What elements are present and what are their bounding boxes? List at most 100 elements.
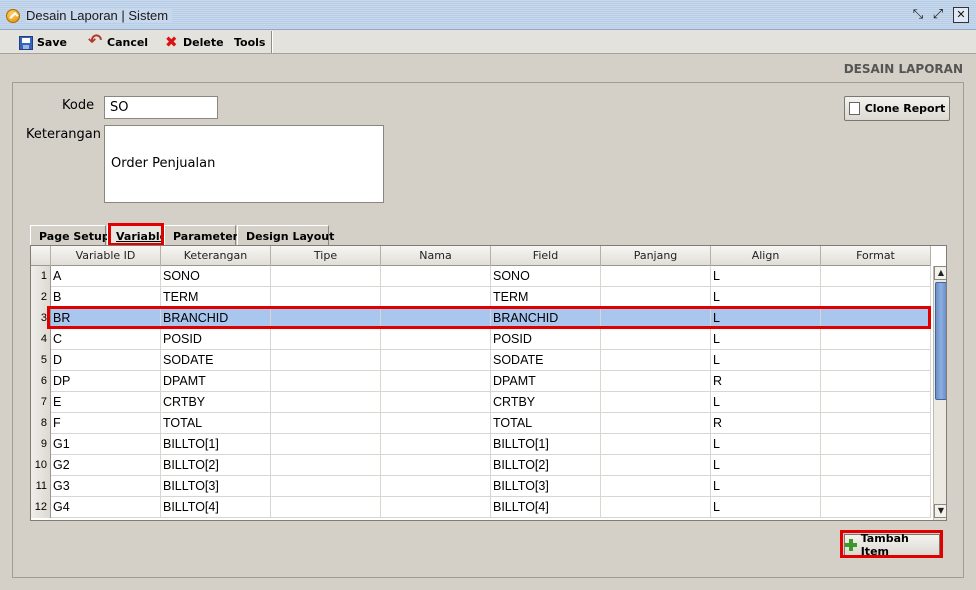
- nama-cell[interactable]: [381, 329, 491, 350]
- panjang-cell[interactable]: [601, 476, 711, 497]
- table-row[interactable]: 9 G1 BILLTO[1] BILLTO[1] L: [31, 434, 931, 455]
- format-cell[interactable]: [821, 329, 931, 350]
- keterangan-cell[interactable]: TERM: [161, 287, 271, 308]
- align-cell[interactable]: L: [711, 476, 821, 497]
- tipe-cell[interactable]: [271, 308, 381, 329]
- keterangan-cell[interactable]: SODATE: [161, 350, 271, 371]
- keterangan-cell[interactable]: BILLTO[3]: [161, 476, 271, 497]
- field-cell[interactable]: SODATE: [491, 350, 601, 371]
- panjang-cell[interactable]: [601, 497, 711, 518]
- nama-cell[interactable]: [381, 455, 491, 476]
- table-row[interactable]: 11 G3 BILLTO[3] BILLTO[3] L: [31, 476, 931, 497]
- variable-id-cell[interactable]: C: [51, 329, 161, 350]
- variable-id-cell[interactable]: G1: [51, 434, 161, 455]
- field-cell[interactable]: TERM: [491, 287, 601, 308]
- tipe-cell[interactable]: [271, 371, 381, 392]
- tab-variable[interactable]: Variable: [107, 225, 167, 245]
- format-cell[interactable]: [821, 413, 931, 434]
- restore-icon[interactable]: ⤡: [910, 7, 926, 23]
- col-header-variable-id[interactable]: Variable ID: [51, 246, 161, 266]
- nama-cell[interactable]: [381, 434, 491, 455]
- col-header-format[interactable]: Format: [821, 246, 931, 266]
- align-cell[interactable]: L: [711, 392, 821, 413]
- save-button[interactable]: Save: [19, 34, 67, 51]
- align-cell[interactable]: L: [711, 266, 821, 287]
- field-cell[interactable]: BILLTO[4]: [491, 497, 601, 518]
- tipe-cell[interactable]: [271, 266, 381, 287]
- scroll-thumb[interactable]: [935, 282, 946, 400]
- format-cell[interactable]: [821, 497, 931, 518]
- tab-design-layout[interactable]: Design Layout: [237, 225, 334, 245]
- tipe-cell[interactable]: [271, 434, 381, 455]
- variable-id-cell[interactable]: B: [51, 287, 161, 308]
- variable-id-cell[interactable]: G3: [51, 476, 161, 497]
- panjang-cell[interactable]: [601, 455, 711, 476]
- panjang-cell[interactable]: [601, 392, 711, 413]
- table-row[interactable]: 3 BR BRANCHID BRANCHID L: [31, 308, 931, 329]
- panjang-cell[interactable]: [601, 371, 711, 392]
- variable-id-cell[interactable]: BR: [51, 308, 161, 329]
- col-header-tipe[interactable]: Tipe: [271, 246, 381, 266]
- keterangan-cell[interactable]: BILLTO[1]: [161, 434, 271, 455]
- delete-button[interactable]: ✖ Delete: [165, 34, 224, 51]
- keterangan-textarea[interactable]: Order Penjualan: [104, 125, 384, 203]
- scroll-down-icon[interactable]: ▼: [934, 504, 946, 518]
- kode-input[interactable]: SO: [104, 96, 218, 119]
- format-cell[interactable]: [821, 287, 931, 308]
- table-row[interactable]: 7 E CRTBY CRTBY L: [31, 392, 931, 413]
- field-cell[interactable]: BILLTO[3]: [491, 476, 601, 497]
- format-cell[interactable]: [821, 308, 931, 329]
- keterangan-cell[interactable]: TOTAL: [161, 413, 271, 434]
- keterangan-cell[interactable]: BILLTO[2]: [161, 455, 271, 476]
- keterangan-cell[interactable]: SONO: [161, 266, 271, 287]
- col-header-panjang[interactable]: Panjang: [601, 246, 711, 266]
- nama-cell[interactable]: [381, 497, 491, 518]
- field-cell[interactable]: BILLTO[1]: [491, 434, 601, 455]
- tambah-item-button[interactable]: Tambah Item: [844, 532, 940, 558]
- format-cell[interactable]: [821, 434, 931, 455]
- format-cell[interactable]: [821, 455, 931, 476]
- field-cell[interactable]: TOTAL: [491, 413, 601, 434]
- keterangan-cell[interactable]: DPAMT: [161, 371, 271, 392]
- field-cell[interactable]: SONO: [491, 266, 601, 287]
- table-row[interactable]: 10 G2 BILLTO[2] BILLTO[2] L: [31, 455, 931, 476]
- nama-cell[interactable]: [381, 476, 491, 497]
- tipe-cell[interactable]: [271, 287, 381, 308]
- nama-cell[interactable]: [381, 350, 491, 371]
- scroll-up-icon[interactable]: ▲: [934, 266, 946, 280]
- tipe-cell[interactable]: [271, 497, 381, 518]
- field-cell[interactable]: BILLTO[2]: [491, 455, 601, 476]
- keterangan-cell[interactable]: BRANCHID: [161, 308, 271, 329]
- field-cell[interactable]: CRTBY: [491, 392, 601, 413]
- align-cell[interactable]: L: [711, 308, 821, 329]
- field-cell[interactable]: POSID: [491, 329, 601, 350]
- variable-id-cell[interactable]: DP: [51, 371, 161, 392]
- align-cell[interactable]: L: [711, 287, 821, 308]
- panjang-cell[interactable]: [601, 413, 711, 434]
- nama-cell[interactable]: [381, 308, 491, 329]
- panjang-cell[interactable]: [601, 329, 711, 350]
- table-row[interactable]: 1 A SONO SONO L: [31, 266, 931, 287]
- table-row[interactable]: 5 D SODATE SODATE L: [31, 350, 931, 371]
- format-cell[interactable]: [821, 392, 931, 413]
- panjang-cell[interactable]: [601, 287, 711, 308]
- col-header-keterangan[interactable]: Keterangan: [161, 246, 271, 266]
- tab-page-setup[interactable]: Page Setup: [30, 225, 110, 245]
- keterangan-cell[interactable]: BILLTO[4]: [161, 497, 271, 518]
- align-cell[interactable]: L: [711, 455, 821, 476]
- nama-cell[interactable]: [381, 413, 491, 434]
- clone-report-button[interactable]: Clone Report: [844, 96, 950, 121]
- nama-cell[interactable]: [381, 371, 491, 392]
- tipe-cell[interactable]: [271, 455, 381, 476]
- tab-parameter[interactable]: Parameter: [164, 225, 238, 245]
- table-row[interactable]: 8 F TOTAL TOTAL R: [31, 413, 931, 434]
- panjang-cell[interactable]: [601, 434, 711, 455]
- field-cell[interactable]: BRANCHID: [491, 308, 601, 329]
- keterangan-cell[interactable]: POSID: [161, 329, 271, 350]
- align-cell[interactable]: L: [711, 434, 821, 455]
- table-row[interactable]: 6 DP DPAMT DPAMT R: [31, 371, 931, 392]
- tipe-cell[interactable]: [271, 413, 381, 434]
- variable-id-cell[interactable]: G2: [51, 455, 161, 476]
- vertical-scrollbar[interactable]: ▲ ▼: [933, 266, 946, 520]
- variable-id-cell[interactable]: D: [51, 350, 161, 371]
